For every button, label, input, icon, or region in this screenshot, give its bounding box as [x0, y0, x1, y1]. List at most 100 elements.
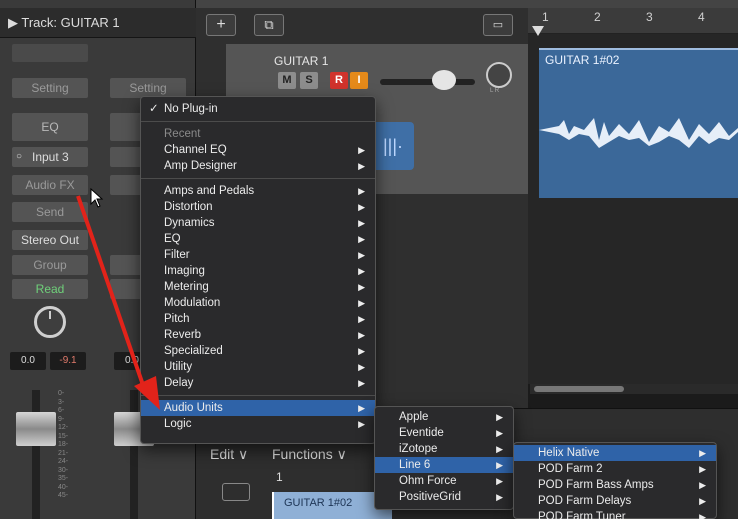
- ruler-bar-4: 4: [698, 10, 705, 24]
- menu-item-category[interactable]: Dynamics ▶: [141, 215, 375, 231]
- edit-menu[interactable]: Edit ∨: [210, 446, 248, 463]
- menu-item-vendor[interactable]: Eventide ▶: [375, 425, 513, 441]
- menu-item-category[interactable]: Pitch ▶: [141, 311, 375, 327]
- submenu-arrow-icon: ▶: [358, 419, 365, 429]
- menu-item-vendor[interactable]: PositiveGrid ▶: [375, 489, 513, 505]
- menu-item-vendor[interactable]: Line 6 ▶: [375, 457, 513, 473]
- submenu-arrow-icon: ▶: [358, 378, 365, 388]
- menu-item-category[interactable]: Amps and Pedals ▶: [141, 183, 375, 199]
- pan-lr-label: L R: [490, 88, 500, 94]
- peak-readout: -9.1: [50, 352, 86, 370]
- setting-button-2[interactable]: Setting: [110, 78, 186, 98]
- menu-item-category[interactable]: Utility ▶: [141, 359, 375, 375]
- ruler-bar-3: 3: [646, 10, 653, 24]
- menu-item-plugin[interactable]: POD Farm Delays ▶: [514, 493, 716, 509]
- menu-item-category[interactable]: Modulation ▶: [141, 295, 375, 311]
- record-enable-button[interactable]: R: [330, 72, 348, 89]
- menu-separator: [141, 395, 375, 396]
- menu-header-recent: Recent: [164, 128, 201, 140]
- track-pan-knob[interactable]: [486, 62, 512, 88]
- level-meter-scale: 0- 3- 6- 9- 12- 15- 18- 21- 24- 30- 35- 40- 45-: [58, 390, 69, 499]
- audio-fx-slot[interactable]: Audio FX: [12, 175, 88, 195]
- menu-item-category[interactable]: EQ ▶: [141, 231, 375, 247]
- menu-item-plugin[interactable]: POD Farm Bass Amps ▶: [514, 477, 716, 493]
- group-slot[interactable]: Group: [12, 255, 88, 275]
- volume-fader-handle[interactable]: [16, 412, 56, 446]
- menu-item-no-plugin[interactable]: ✓ No Plug-in: [141, 101, 375, 117]
- submenu-arrow-icon: ▶: [699, 464, 706, 474]
- submenu-arrow-icon: ▶: [699, 480, 706, 490]
- track-volume-handle[interactable]: [432, 70, 456, 90]
- editor-region-name: GUITAR 1#02: [284, 497, 353, 509]
- submenu-arrow-icon: ▶: [496, 476, 503, 486]
- submenu-arrow-icon: ▶: [496, 412, 503, 422]
- window-top-band: [196, 0, 738, 8]
- add-track-button[interactable]: +: [206, 14, 236, 36]
- horizontal-scrollbar[interactable]: [530, 384, 738, 394]
- menu-item-vendor[interactable]: Apple ▶: [375, 409, 513, 425]
- input-label: Input 3: [32, 150, 69, 164]
- inspector-track-title: ▶ Track: GUITAR 1: [8, 15, 120, 30]
- submenu-arrow-icon: ▶: [358, 314, 365, 324]
- submenu-arrow-icon: ▶: [358, 282, 365, 292]
- menu-item-recent[interactable]: Amp Designer ▶: [141, 158, 375, 174]
- submenu-arrow-icon: ▶: [358, 346, 365, 356]
- submenu-arrow-icon: ▶: [358, 186, 365, 196]
- submenu-arrow-icon: ▶: [358, 161, 365, 171]
- menu-separator: [141, 121, 375, 122]
- volume-fader-track-2[interactable]: [130, 390, 138, 519]
- menu-item-category[interactable]: Delay ▶: [141, 375, 375, 391]
- collapse-icon[interactable]: ▭: [483, 14, 513, 36]
- audio-region[interactable]: GUITAR 1#02: [539, 48, 738, 198]
- submenu-arrow-icon: ▶: [358, 218, 365, 228]
- mute-button[interactable]: M: [278, 72, 296, 89]
- duplicate-track-button[interactable]: ⧉: [254, 14, 284, 36]
- bar-ruler[interactable]: 1 2 3 4: [528, 8, 738, 34]
- menu-item-vendor[interactable]: iZotope ▶: [375, 441, 513, 457]
- menu-item-category[interactable]: Specialized ▶: [141, 343, 375, 359]
- submenu-arrow-icon: ▶: [358, 330, 365, 340]
- channel-strip-1: Setting EQ ○ Input 3 Audio FX Send Stere…: [6, 40, 94, 519]
- volume-readout: 0.0: [10, 352, 46, 370]
- menu-item-logic[interactable]: Logic ▶: [141, 416, 375, 432]
- menu-item-plugin[interactable]: POD Farm Tuner ▶: [514, 509, 716, 519]
- plugin-waveform-icon[interactable]: |||·: [372, 122, 414, 170]
- waveform-icon: [539, 118, 738, 148]
- functions-menu[interactable]: Functions ∨: [272, 446, 347, 463]
- menu-item-recent[interactable]: Channel EQ ▶: [141, 142, 375, 158]
- scrollbar-thumb[interactable]: [534, 386, 624, 392]
- inspector-track-header[interactable]: ▶ Track: GUITAR 1: [0, 8, 196, 38]
- volume-fader-track[interactable]: [32, 390, 40, 519]
- submenu-arrow-icon: ▶: [358, 250, 365, 260]
- menu-item-category[interactable]: Reverb ▶: [141, 327, 375, 343]
- menu-item-category[interactable]: Distortion ▶: [141, 199, 375, 215]
- input-slot[interactable]: ○ Input 3: [12, 147, 88, 167]
- menu-separator: [141, 178, 375, 179]
- submenu-arrow-icon: ▶: [358, 202, 365, 212]
- ruler-bar-2: 2: [594, 10, 601, 24]
- submenu-arrow-icon: ▶: [699, 448, 706, 458]
- menu-item-plugin[interactable]: POD Farm 2 ▶: [514, 461, 716, 477]
- menu-item-category[interactable]: Filter ▶: [141, 247, 375, 263]
- submenu-arrow-icon: ▶: [699, 496, 706, 506]
- menu-item-category[interactable]: Imaging ▶: [141, 263, 375, 279]
- output-slot[interactable]: Stereo Out: [12, 230, 88, 250]
- track-volume-slider[interactable]: [380, 79, 475, 85]
- editor-view-button[interactable]: [222, 483, 250, 501]
- automation-mode[interactable]: Read: [12, 279, 88, 299]
- menu-item-plugin[interactable]: Helix Native ▶: [514, 445, 716, 461]
- setting-button[interactable]: Setting: [12, 78, 88, 98]
- pan-knob[interactable]: [34, 306, 66, 338]
- submenu-arrow-icon: ▶: [496, 444, 503, 454]
- input-monitor-button[interactable]: I: [350, 72, 368, 89]
- input-format-icon: ○: [16, 151, 23, 162]
- send-slot[interactable]: Send: [12, 202, 88, 222]
- plugin-category-list: Amps and Pedals ▶ Distortion ▶ Dynamics ▶ EQ ▶ F…: [141, 183, 375, 391]
- solo-button[interactable]: S: [300, 72, 318, 89]
- menu-item-audio-units[interactable]: Audio Units ▶: [141, 400, 375, 416]
- eq-button[interactable]: EQ: [12, 113, 88, 141]
- menu-item-vendor[interactable]: Ohm Force ▶: [375, 473, 513, 489]
- mouse-cursor-icon: [90, 188, 104, 208]
- checkmark-icon: ✓: [149, 103, 159, 115]
- menu-item-category[interactable]: Metering ▶: [141, 279, 375, 295]
